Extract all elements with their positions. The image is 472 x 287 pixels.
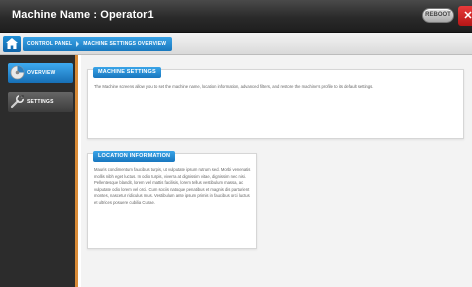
window-title: Machine Name : Operator1 [12, 9, 154, 21]
home-icon [6, 38, 18, 49]
location-information-panel: LOCATION INFORMATION Mauris condimentum … [87, 151, 257, 249]
panel-description: The Machine screens allow you to set the… [94, 84, 374, 89]
sidebar-item-label: OVERVIEW [27, 70, 56, 76]
breadcrumb-separator-icon [76, 41, 80, 47]
disc-icon [10, 65, 25, 80]
panel-description: Mauris condimentum faucibus turpis, ut v… [94, 167, 251, 205]
wrench-icon [10, 94, 25, 109]
breadcrumb: CONTROL PANEL MACHINE SETTINGS OVERVIEW [0, 33, 472, 55]
panel-title: MACHINE SETTINGS [93, 67, 161, 78]
sidebar-item-settings[interactable]: SETTINGS [8, 92, 73, 112]
close-icon: ✕ [463, 10, 472, 22]
breadcrumb-trail: CONTROL PANEL MACHINE SETTINGS OVERVIEW [23, 37, 173, 51]
reboot-button[interactable]: REBOOT [422, 8, 454, 23]
breadcrumb-item-control-panel[interactable]: CONTROL PANEL [27, 41, 72, 47]
machine-settings-panel: MACHINE SETTINGS The Machine screens all… [87, 67, 464, 139]
panel-title: LOCATION INFORMATION [93, 151, 176, 162]
close-button[interactable]: ✕ [458, 6, 472, 26]
sidebar: OVERVIEW SETTINGS [0, 55, 78, 287]
breadcrumb-item-machine-settings-overview[interactable]: MACHINE SETTINGS OVERVIEW [83, 41, 166, 47]
main-content: MACHINE SETTINGS The Machine screens all… [81, 55, 472, 287]
title-bar: Machine Name : Operator1 REBOOT ✕ [0, 0, 472, 33]
sidebar-item-label: SETTINGS [27, 99, 54, 105]
sidebar-item-overview[interactable]: OVERVIEW [8, 63, 73, 83]
home-button[interactable] [3, 36, 21, 52]
